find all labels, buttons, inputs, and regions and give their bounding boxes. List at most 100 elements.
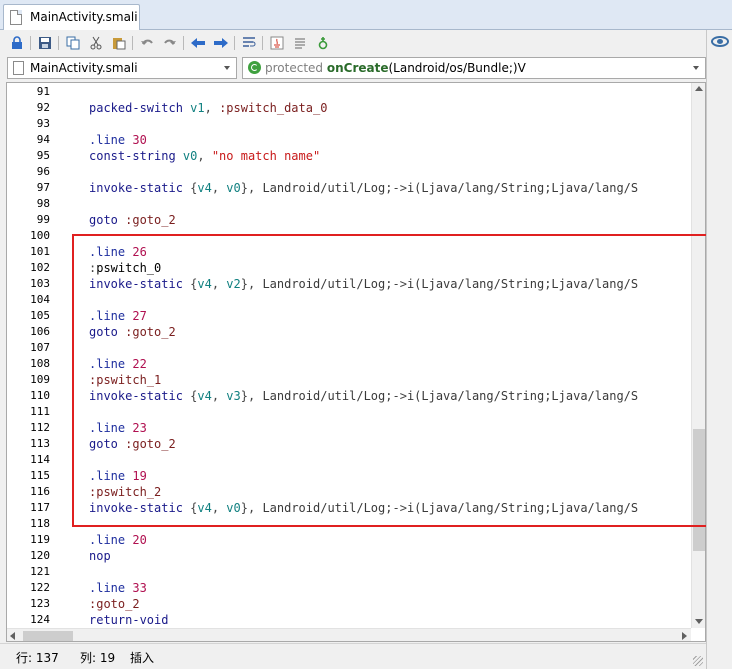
code-line: goto :goto_2	[89, 436, 176, 452]
code-token: v2	[226, 277, 241, 291]
code-token: Landroid/util/Log;	[262, 277, 393, 291]
chevron-down-icon	[693, 66, 699, 70]
debug-icon[interactable]	[314, 34, 332, 52]
code-token: i(Ljava/lang/String;Ljava/lang/S	[406, 501, 639, 515]
line-number: 116	[30, 485, 50, 498]
wrap-icon[interactable]	[240, 34, 258, 52]
code-token: ->	[392, 389, 407, 403]
code-token: Landroid/util/Log;	[262, 501, 393, 515]
code-token: ,	[211, 181, 227, 195]
horizontal-scrollbar[interactable]	[7, 628, 691, 641]
line-number: 121	[30, 565, 50, 578]
paste-icon[interactable]	[110, 34, 128, 52]
line-number: 122	[30, 581, 50, 594]
status-row: 行: 137	[16, 651, 59, 665]
vertical-scrollbar[interactable]	[691, 83, 705, 628]
text-icon[interactable]	[291, 34, 309, 52]
method-select[interactable]: protected onCreate(Landroid/os/Bundle;)V	[242, 57, 706, 79]
code-line: invoke-static {v4, v3}, Landroid/util/Lo…	[89, 388, 638, 404]
file-icon	[10, 10, 22, 25]
java-icon[interactable]	[268, 34, 286, 52]
line-number: 94	[36, 133, 50, 146]
code-token: :goto_2	[125, 437, 176, 451]
code-line: .line 19	[89, 468, 147, 484]
code-token: 23	[132, 421, 147, 435]
code-token: ,	[211, 501, 227, 515]
status-column: 列: 19	[80, 651, 116, 665]
code-token: goto	[89, 437, 126, 451]
chevron-down-icon	[224, 66, 230, 70]
code-line: .line 27	[89, 308, 147, 324]
line-number: 118	[30, 517, 50, 530]
file-select[interactable]: MainActivity.smali	[7, 57, 237, 79]
code-token: i(Ljava/lang/String;Ljava/lang/S	[406, 389, 639, 403]
scroll-up-icon[interactable]	[695, 86, 703, 91]
code-line: :goto_2	[89, 596, 140, 612]
code-line: const-string v0, "no match name"	[89, 148, 320, 164]
redo-icon[interactable]	[161, 34, 179, 52]
vertical-scroll-thumb[interactable]	[693, 429, 705, 551]
line-number: 98	[36, 197, 50, 210]
line-number: 120	[30, 549, 50, 562]
side-panel	[706, 30, 732, 669]
code-token: 22	[132, 357, 147, 371]
code-token: 30	[132, 133, 147, 147]
code-token: "no match name"	[211, 149, 321, 163]
resize-grip[interactable]	[693, 656, 703, 666]
code-token: ->	[392, 181, 407, 195]
code-token: goto	[89, 213, 126, 227]
code-token: ->	[392, 277, 407, 291]
code-token: 33	[132, 581, 147, 595]
code-text-area[interactable]: packed-switch v1, :pswitch_data_0 .line 3…	[54, 83, 691, 628]
tab-strip: MainActivity.smali	[0, 0, 732, 31]
line-number: 106	[30, 325, 50, 338]
line-number: 105	[30, 309, 50, 322]
line-number: 92	[36, 101, 50, 114]
scroll-down-icon[interactable]	[695, 619, 703, 624]
code-line: invoke-static {v4, v0}, Landroid/util/Lo…	[89, 180, 638, 196]
cut-icon[interactable]	[87, 34, 105, 52]
code-token: invoke-static	[89, 389, 191, 403]
code-line: :pswitch_2	[89, 484, 161, 500]
save-icon[interactable]	[36, 34, 54, 52]
code-line: :pswitch_0	[89, 260, 161, 276]
toolbar	[0, 30, 706, 56]
forward-icon[interactable]	[212, 34, 230, 52]
line-number: 109	[30, 373, 50, 386]
code-token: ,	[211, 277, 227, 291]
line-number: 113	[30, 437, 50, 450]
line-number: 112	[30, 421, 50, 434]
code-editor[interactable]: 91 92 93 94 95 96 97 98 99 100 101 102 103 104 105 106 1…	[6, 82, 706, 642]
code-token: nop	[89, 549, 111, 563]
line-number-gutter: 91 92 93 94 95 96 97 98 99 100 101 102 103 104 105 106 1…	[7, 83, 54, 641]
line-number: 91	[36, 85, 50, 98]
code-token: v0	[226, 501, 241, 515]
code-token: pswitch_0	[96, 261, 162, 275]
back-icon[interactable]	[189, 34, 207, 52]
code-line: nop	[89, 548, 111, 564]
line-number: 104	[30, 293, 50, 306]
code-token: .line	[89, 469, 133, 483]
line-number: 101	[30, 245, 50, 258]
code-line: invoke-static {v4, v0}, Landroid/util/Lo…	[89, 500, 638, 516]
undo-icon[interactable]	[138, 34, 156, 52]
scroll-left-icon[interactable]	[10, 632, 15, 640]
copy-icon[interactable]	[64, 34, 82, 52]
tab-label: MainActivity.smali	[30, 10, 138, 24]
line-number: 107	[30, 341, 50, 354]
method-icon	[248, 61, 261, 74]
code-token: ,	[211, 389, 227, 403]
line-number: 93	[36, 117, 50, 130]
line-number: 99	[36, 213, 50, 226]
code-token: Landroid/util/Log;	[262, 389, 393, 403]
code-token: :goto_2	[89, 597, 140, 611]
code-token: v4	[197, 181, 212, 195]
lock-icon[interactable]	[8, 34, 26, 52]
code-token: :pswitch_2	[89, 485, 162, 499]
code-line: packed-switch v1, :pswitch_data_0	[89, 100, 327, 116]
tab-main-activity[interactable]: MainActivity.smali	[3, 4, 140, 31]
code-token: return-void	[89, 613, 169, 627]
horizontal-scroll-thumb[interactable]	[23, 631, 73, 641]
eye-icon[interactable]	[711, 36, 729, 47]
scroll-right-icon[interactable]	[682, 632, 687, 640]
